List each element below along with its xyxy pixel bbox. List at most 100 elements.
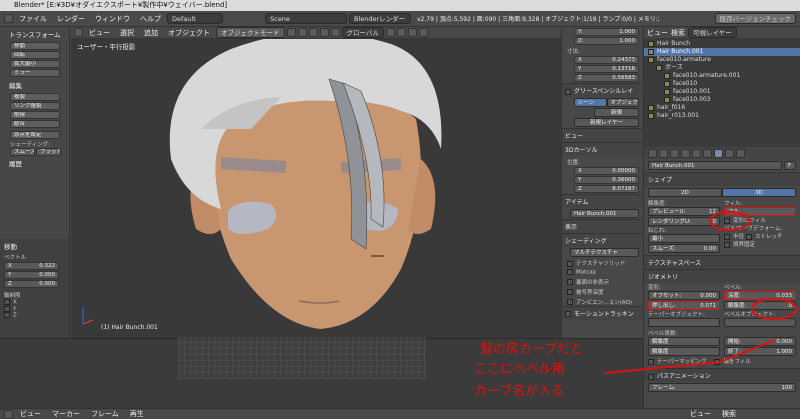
- scale-z-field[interactable]: Z: 1.000: [574, 37, 639, 45]
- cursor-x-field[interactable]: X 0.00000: [574, 167, 639, 175]
- outliner-row[interactable]: face010.003: [644, 96, 800, 104]
- snap-icon[interactable]: [407, 28, 417, 37]
- 3d-button[interactable]: 3D: [722, 188, 796, 197]
- translate-manipulator-icon[interactable]: [319, 28, 329, 37]
- outliner-row[interactable]: hair_r013.001: [644, 112, 800, 120]
- vector-y-field[interactable]: Y 0.000: [4, 271, 59, 279]
- world-tab-icon[interactable]: [670, 148, 679, 158]
- bottom-right-view-menu[interactable]: ビュー: [686, 409, 715, 419]
- view-header[interactable]: ビュー: [562, 128, 642, 142]
- check-matcap[interactable]: Matcap: [562, 269, 642, 276]
- history-header[interactable]: 履歴: [0, 156, 69, 170]
- item-header[interactable]: アイテム: [562, 194, 642, 208]
- display-header[interactable]: 表示: [562, 219, 642, 233]
- outliner-row[interactable]: hair_f016: [644, 104, 800, 112]
- mirror-button[interactable]: ミラー: [10, 69, 60, 77]
- transform-header[interactable]: トランスフォーム: [0, 27, 69, 41]
- outliner-row[interactable]: face010: [644, 80, 800, 88]
- duplicate-button[interactable]: 複製: [10, 93, 60, 101]
- render-tab-icon[interactable]: [648, 148, 657, 158]
- shape-header[interactable]: シェイプ: [644, 172, 800, 186]
- dimension-z-field[interactable]: Z 0.56583: [574, 74, 639, 82]
- scene-tab-icon[interactable]: [659, 148, 668, 158]
- timeline-editor-icon[interactable]: [4, 409, 13, 419]
- outliner-row[interactable]: Hair Bunch: [644, 40, 800, 48]
- check-textured-solid[interactable]: テクスチャソリッド: [562, 259, 642, 267]
- vector-x-field[interactable]: X 0.322: [4, 262, 59, 270]
- render-engine-select[interactable]: Blenderレンダー: [349, 13, 411, 24]
- outliner-display-select[interactable]: 可視レイヤー: [688, 27, 737, 38]
- rotate-manipulator-icon[interactable]: [330, 28, 340, 37]
- timeline-frame-menu[interactable]: フレーム: [87, 409, 123, 419]
- node-editor-grid[interactable]: [178, 337, 426, 379]
- viewport-menu-select[interactable]: 選択: [116, 28, 138, 38]
- timeline-play-menu[interactable]: 再生: [126, 409, 148, 419]
- object-mode-select[interactable]: オブジェクトモード: [216, 27, 285, 38]
- version-check-button[interactable]: 既存バージョンチェック: [714, 13, 796, 24]
- outliner-view-menu[interactable]: ビュー: [647, 28, 668, 38]
- manipulator-icon[interactable]: [308, 28, 318, 37]
- outliner-row[interactable]: Hair Bunch.001: [644, 48, 800, 56]
- rotate-button[interactable]: 回転: [10, 51, 60, 59]
- object-tab-icon[interactable]: [681, 148, 690, 158]
- timeline-marker-menu[interactable]: マーカー: [48, 409, 84, 419]
- new-layer-button[interactable]: 新規レイヤー: [574, 118, 639, 127]
- cursor-y-field[interactable]: Y 0.36000: [574, 176, 639, 184]
- menu-help[interactable]: ヘルプ: [136, 14, 165, 24]
- render-icon[interactable]: [418, 28, 428, 37]
- menu-render[interactable]: レンダー: [53, 14, 89, 24]
- check-dof[interactable]: 被写界深度: [562, 288, 642, 296]
- delete-button[interactable]: 削除: [10, 111, 60, 119]
- check-backface-culling[interactable]: 裏面の非表示: [562, 278, 642, 286]
- join-button[interactable]: 結合: [10, 120, 60, 128]
- translate-button[interactable]: 移動: [10, 42, 60, 50]
- scene-select[interactable]: Scene: [265, 13, 347, 24]
- outliner-row[interactable]: face010.armature.001: [644, 72, 800, 80]
- scale-button[interactable]: 拡大縮小: [10, 60, 60, 68]
- outliner-row[interactable]: face010.armature: [644, 56, 800, 64]
- scale-y-field[interactable]: Y: 1.000: [574, 28, 639, 36]
- grease-pencil-header[interactable]: グリースペンシルレイ: [562, 83, 642, 97]
- 3d-viewport[interactable]: ビュー 選択 追加 オブジェクト オブジェクトモード グローバル ユーザー・平行…: [71, 27, 561, 338]
- viewport-menu-add[interactable]: 追加: [140, 28, 162, 38]
- cursor-z-field[interactable]: Z 8.07187: [574, 185, 639, 193]
- curve-name-field[interactable]: Hair Bunch.001: [648, 161, 782, 170]
- fake-user-button[interactable]: F: [784, 161, 796, 170]
- flat-button[interactable]: フラット: [36, 148, 61, 156]
- menu-file[interactable]: ファイル: [15, 14, 51, 24]
- item-name-field[interactable]: Hair Bunch.001: [570, 209, 639, 218]
- 2d-button[interactable]: 2D: [648, 188, 722, 197]
- grease-object-tab[interactable]: オブジェクト: [606, 98, 639, 107]
- outliner-search-menu[interactable]: 検索: [671, 28, 685, 38]
- editor-type-icon[interactable]: [4, 14, 13, 23]
- dimension-y-field[interactable]: Y 0.13716: [574, 65, 639, 73]
- smooth-button[interactable]: スムーズ: [10, 148, 35, 156]
- 3d-cursor-header[interactable]: 3Dカーソル: [562, 142, 642, 156]
- texture-tab-icon[interactable]: [736, 148, 745, 158]
- constraint-z[interactable]: Z: [0, 312, 69, 319]
- path-frames-field[interactable]: フレーム: 100: [648, 383, 796, 392]
- viewport-menu-object[interactable]: オブジェクト: [164, 28, 214, 38]
- constraint-tab-icon[interactable]: [692, 148, 701, 158]
- viewport-shading-icon[interactable]: [286, 28, 296, 37]
- modifier-tab-icon[interactable]: [703, 148, 712, 158]
- bottom-right-search-menu[interactable]: 検索: [718, 409, 740, 419]
- viewport-menu-view[interactable]: ビュー: [85, 28, 114, 38]
- set-origin-button[interactable]: 原点を設定: [10, 131, 60, 139]
- timeline-view-menu[interactable]: ビュー: [16, 409, 45, 419]
- outliner-row[interactable]: face010.001: [644, 88, 800, 96]
- curve-data-tab-icon[interactable]: [714, 148, 723, 158]
- shading-header[interactable]: シェーディング: [562, 233, 642, 247]
- pivot-icon[interactable]: [297, 28, 307, 37]
- material-tab-icon[interactable]: [725, 148, 734, 158]
- vector-z-field[interactable]: Z 0.000: [4, 280, 59, 288]
- head-model[interactable]: [71, 39, 561, 338]
- layer-icon-2[interactable]: [396, 28, 406, 37]
- move-header[interactable]: 移動: [0, 239, 69, 253]
- multitexture-select[interactable]: マルチテクスチャ: [570, 248, 639, 257]
- link-duplicate-button[interactable]: リンク複製: [10, 102, 60, 110]
- view-menu-icon[interactable]: [74, 28, 83, 37]
- grease-scene-tab[interactable]: シーン: [574, 98, 607, 107]
- dimension-x-field[interactable]: X 0.24373: [574, 56, 639, 64]
- grease-new-button[interactable]: 新規: [594, 108, 639, 117]
